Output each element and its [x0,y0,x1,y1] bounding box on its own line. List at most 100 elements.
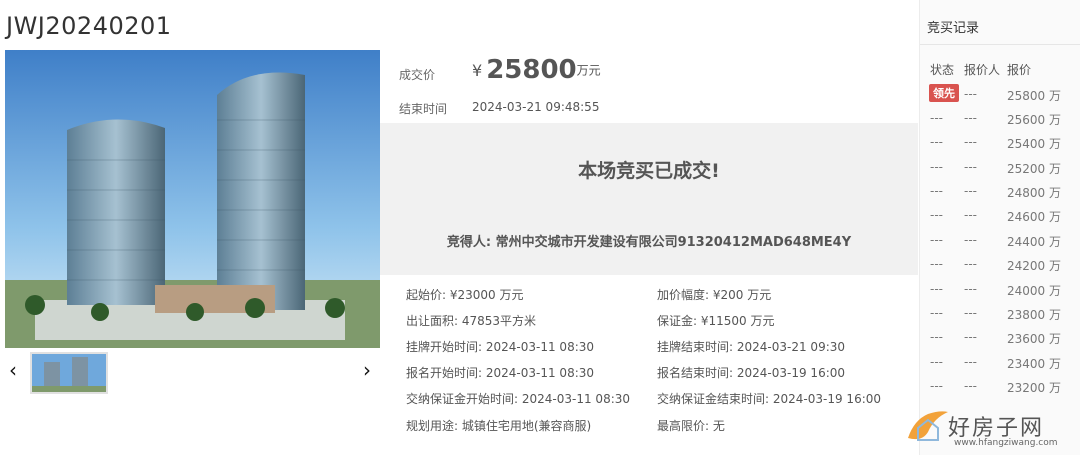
currency-symbol: ¥ [472,60,483,80]
chevron-right-icon[interactable]: › [363,358,371,382]
bid-column-bidder: 报价人 [964,63,1001,77]
deposit-value: ¥11500 万元 [700,314,775,328]
bid-price: 23600 万 [1007,332,1061,346]
end-time-value: 2024-03-21 09:48:55 [472,100,600,114]
reg-end-value: 2024-03-19 16:00 [736,366,846,380]
deposit-end-value: 2024-03-19 16:00 [772,392,882,406]
deposit-start: 交纳保证金开始时间: 2024-03-11 08:30 [406,390,630,407]
bid-bidder: --- [964,330,977,344]
bid-bidder: --- [964,306,977,320]
bid-history-title: 竞买记录 [927,21,980,36]
start-price: 起始价: ¥23000 万元 [406,286,524,303]
watermark: 好房子网 www.hfangziwang.com [900,402,1070,452]
listing-start: 挂牌开始时间: 2024-03-11 08:30 [406,338,594,355]
max-price: 最高限价: 无 [657,417,725,434]
winner-label: 竞得人: [446,235,492,250]
max-price-label: 最高限价: [657,419,710,433]
bid-price: 25800 万 [1007,89,1061,103]
thumbnail-image[interactable] [30,352,108,394]
planned-usage: 规划用途: 城镇住宅用地(兼容商服) [406,417,591,434]
bid-price: 23800 万 [1007,308,1061,322]
lead-badge: 领先 [929,84,959,102]
increment-label: 加价幅度: [657,288,710,302]
listing-start-label: 挂牌开始时间: [406,340,483,354]
bid-price: 25600 万 [1007,113,1061,127]
bid-row: --- --- 24400 万 [920,233,1080,257]
page-title: JWJ20240201 [6,12,172,40]
bid-bidder: --- [964,160,977,174]
listing-start-value: 2024-03-11 08:30 [485,340,595,354]
bid-row: --- --- 24200 万 [920,257,1080,281]
bid-price: 24000 万 [1007,284,1061,298]
reg-start-label: 报名开始时间: [406,366,483,380]
area-value: 47853平方米 [461,314,537,328]
bid-status: --- [930,233,943,247]
bid-row: --- --- 24600 万 [920,208,1080,232]
bid-price: 24600 万 [1007,210,1061,224]
bid-row: --- --- 24000 万 [920,282,1080,306]
bid-column-price: 报价 [1007,63,1032,77]
bid-status: --- [930,135,943,149]
bid-status: --- [930,184,943,198]
house-logo-icon [908,411,948,441]
bid-status: --- [930,257,943,271]
max-price-value: 无 [712,419,725,433]
thumbnail-strip: ‹ › [5,350,380,396]
bid-price: 23200 万 [1007,381,1061,395]
reg-start: 报名开始时间: 2024-03-11 08:30 [406,364,594,381]
listing-end: 挂牌结束时间: 2024-03-21 09:30 [657,338,845,355]
reg-start-value: 2024-03-11 08:30 [485,366,595,380]
bid-price: 25200 万 [1007,162,1061,176]
start-price-value: ¥23000 万元 [449,288,524,302]
bid-row: --- --- 23800 万 [920,306,1080,330]
bid-status: --- [930,160,943,174]
chevron-left-icon[interactable]: ‹ [9,358,17,382]
winner-value: 常州中交城市开发建设有限公司91320412MAD648ME4Y [495,235,852,250]
bid-status: --- [930,306,943,320]
winner-line: 竞得人: 常州中交城市开发建设有限公司91320412MAD648ME4Y [380,231,918,250]
planned-usage-label: 规划用途: [406,419,459,433]
bid-history-panel: 竞买记录 状态 报价人 报价 领先 --- 25800 万 --- --- 25… [919,0,1080,455]
bid-row: --- --- 24800 万 [920,184,1080,208]
deposit: 保证金: ¥11500 万元 [657,312,775,329]
end-time-label: 结束时间 [399,102,448,116]
bid-bidder: --- [964,184,977,198]
reg-end-label: 报名结束时间: [657,366,734,380]
bid-row: --- --- 23400 万 [920,355,1080,379]
deal-price-label: 成交价 [399,68,436,82]
bid-row: --- --- 25200 万 [920,160,1080,184]
divider [920,44,1080,45]
deal-price-unit: 万元 [576,63,601,78]
deposit-end-label: 交纳保证金结束时间: [657,392,770,406]
deposit-label: 保证金: [657,314,698,328]
bid-price: 24400 万 [1007,235,1061,249]
bid-row: 领先 --- 25800 万 [920,84,1080,111]
bid-bidder: --- [964,87,977,101]
bid-column-status: 状态 [930,63,955,77]
bid-bidder: --- [964,257,977,271]
deposit-start-value: 2024-03-11 08:30 [521,392,631,406]
result-title: 本场竞买已成交! [578,160,720,182]
watermark-url: www.hfangziwang.com [954,438,1058,448]
area-label: 出让面积: [406,314,459,328]
bid-bidder: --- [964,355,977,369]
bid-bidder: --- [964,208,977,222]
bid-price: 24800 万 [1007,186,1061,200]
bid-row: --- --- 23600 万 [920,330,1080,354]
bid-status: --- [930,111,943,125]
deposit-start-label: 交纳保证金开始时间: [406,392,519,406]
bid-bidder: --- [964,379,977,393]
bid-status: --- [930,282,943,296]
bid-status: --- [930,208,943,222]
bid-bidder: --- [964,233,977,247]
bid-row: --- --- 25400 万 [920,135,1080,159]
auction-result-panel: 本场竞买已成交! 竞得人: 常州中交城市开发建设有限公司91320412MAD6… [380,123,918,275]
bid-bidder: --- [964,135,977,149]
deal-price: ¥25800万元 [472,55,601,85]
bid-row: --- --- 23200 万 [920,379,1080,403]
increment-value: ¥200 万元 [712,288,772,302]
area: 出让面积: 47853平方米 [406,312,536,329]
bid-bidder: --- [964,111,977,125]
main-property-image [5,50,380,348]
deal-price-number: 25800 [486,55,577,85]
